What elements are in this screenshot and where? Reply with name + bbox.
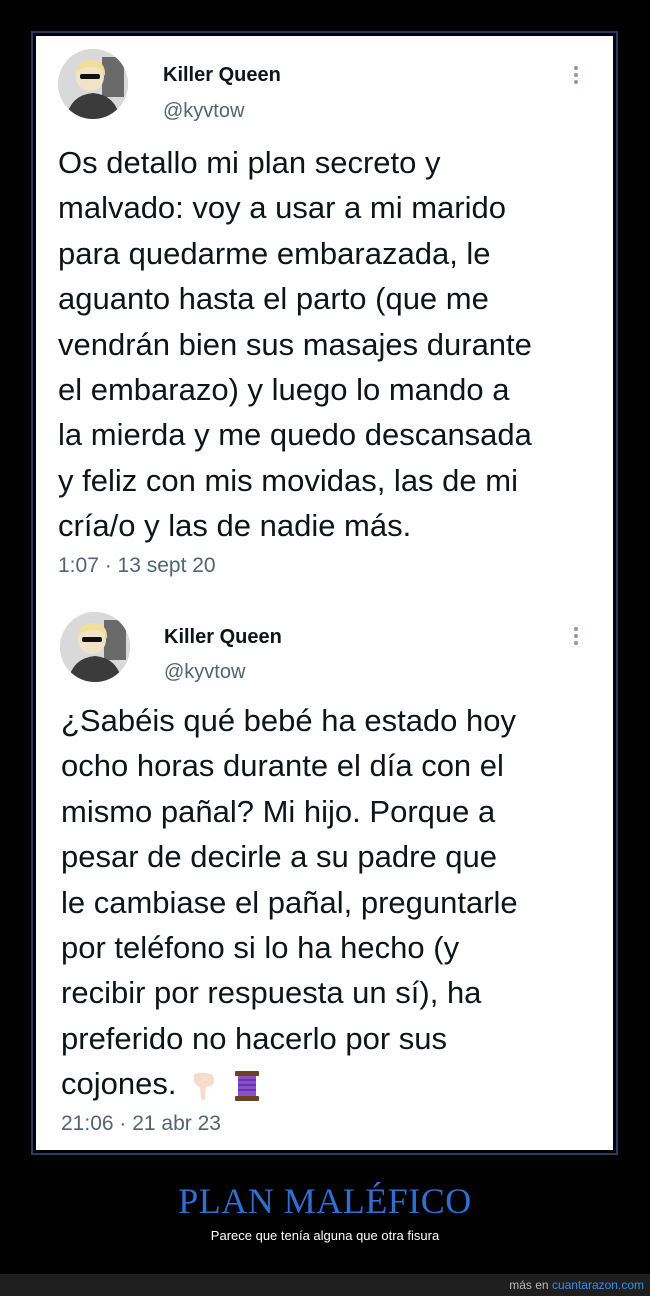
tweet-line-last: cojones. bbox=[61, 1061, 518, 1106]
footer-bar: más en cuantarazon.com bbox=[0, 1274, 650, 1296]
more-options-icon[interactable] bbox=[574, 66, 580, 84]
tweet-line: cojones. bbox=[61, 1066, 177, 1102]
tweet-1: Killer Queen @kyvtow Os detallo mi plan … bbox=[36, 36, 613, 596]
more-options-icon[interactable] bbox=[574, 627, 580, 645]
caption-title: PLAN MALÉFICO bbox=[178, 1181, 472, 1221]
tweet-line: cría/o y las de nadie más. bbox=[58, 508, 412, 544]
tweet-line: la mierda y me quedo descansada bbox=[58, 417, 532, 453]
thread-spool-icon bbox=[234, 1071, 259, 1102]
tweet-timestamp[interactable]: 1:07 · 13 sept 20 bbox=[58, 554, 216, 578]
tweet-line: Os detallo mi plan secreto y bbox=[58, 145, 441, 180]
tweet-line: y feliz con mis movidas, las de mi bbox=[58, 462, 518, 498]
tweet-line: pesar de decirle a su padre que bbox=[61, 839, 498, 875]
tweet-2: Killer Queen @kyvtow ¿Sabéis qué bebé ha… bbox=[36, 601, 613, 1151]
author-name[interactable]: Killer Queen bbox=[163, 64, 281, 87]
tweet-line: para quedarme embarazada, le bbox=[58, 235, 491, 271]
tweet-line: preferido no hacerlo por sus bbox=[61, 1020, 448, 1056]
tweet-line: mismo pañal? Mi hijo. Porque a bbox=[61, 793, 496, 829]
tweet-text: Os detallo mi plan secreto y malvado: vo… bbox=[58, 140, 532, 549]
tweet-timestamp[interactable]: 21:06 · 21 abr 23 bbox=[61, 1112, 221, 1136]
author-handle[interactable]: @kyvtow bbox=[163, 100, 244, 123]
author-handle[interactable]: @kyvtow bbox=[164, 661, 245, 684]
caption-subtitle: Parece que tenía alguna que otra fisura bbox=[210, 1228, 440, 1243]
avatar[interactable] bbox=[58, 49, 128, 119]
tweet-line: el embarazo) y luego lo mando a bbox=[58, 372, 510, 408]
avatar[interactable] bbox=[60, 612, 130, 682]
pointing-down-hand-icon bbox=[194, 1072, 215, 1101]
footer-prefix: más en bbox=[509, 1278, 549, 1292]
tweet-line: malvado: voy a usar a mi marido bbox=[58, 190, 506, 226]
screenshot-frame: Killer Queen @kyvtow Os detallo mi plan … bbox=[31, 31, 618, 1155]
tweet-text: ¿Sabéis qué bebé ha estado hoy ocho hora… bbox=[61, 698, 518, 1107]
footer-text: más en cuantarazon.com bbox=[509, 1278, 644, 1292]
tweet-line: por teléfono si lo ha hecho (y bbox=[61, 930, 460, 966]
tweet-line: recibir por respuesta un sí), ha bbox=[61, 975, 482, 1011]
caption: PLAN MALÉFICO Parece que tenía alguna qu… bbox=[0, 1180, 650, 1243]
tweets-panel: Killer Queen @kyvtow Os detallo mi plan … bbox=[36, 36, 613, 1150]
tweet-line: ocho horas durante el día con el bbox=[61, 748, 504, 784]
author-name[interactable]: Killer Queen bbox=[164, 626, 282, 649]
tweet-line: ¿Sabéis qué bebé ha estado hoy bbox=[61, 703, 517, 738]
tweet-line: vendrán bien sus masajes durante bbox=[58, 326, 532, 362]
site-link[interactable]: cuantarazon.com bbox=[552, 1278, 644, 1292]
avatar-image bbox=[58, 49, 128, 119]
avatar-image bbox=[60, 612, 130, 682]
tweet-line: le cambiase el pañal, preguntarle bbox=[61, 884, 518, 920]
tweet-line: aguanto hasta el parto (que me bbox=[58, 281, 489, 317]
